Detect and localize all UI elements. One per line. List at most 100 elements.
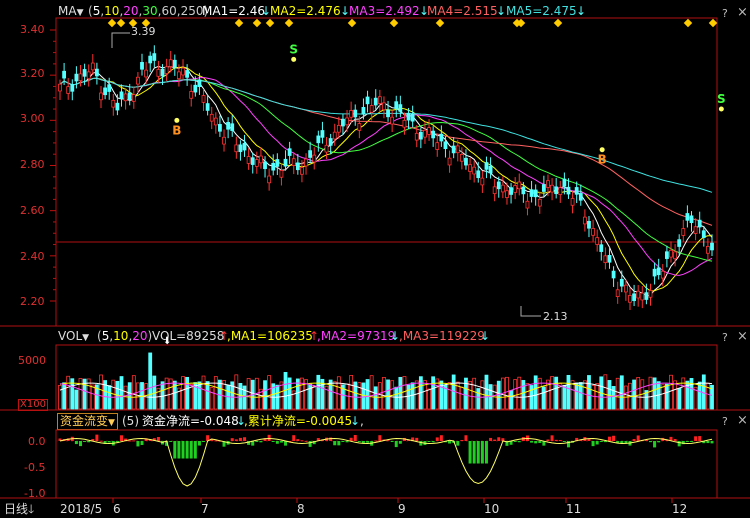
volume-bar [669,374,673,410]
candle-body [267,175,272,184]
candle-body [78,73,83,82]
candle-body [332,131,337,140]
volume-bar [312,385,317,410]
volume-bar [58,384,62,410]
candle-body [62,70,67,79]
event-diamond-icon [252,18,262,28]
candle-body [664,251,669,259]
candle-body [185,70,190,78]
volume-bar [509,390,513,410]
volume-bar [660,384,665,410]
price-panel-border [55,17,718,327]
candlesticks [58,45,714,310]
candle-body [95,68,99,77]
ma20-line [59,76,713,276]
candle-body [156,69,161,77]
high-price-label: 3.39 [131,25,156,38]
fund-flow-bar [591,441,595,447]
candle-body [205,103,210,111]
volume-bar [517,376,522,410]
candle-body [365,96,370,105]
candle-body [578,193,583,201]
candle-body [144,69,149,78]
candle-body [484,162,489,170]
candle-body [172,59,177,68]
candle-body [623,284,628,293]
event-diamond-icon [107,18,117,28]
fund-flow-bar [390,441,394,442]
volume-bar [123,385,128,410]
candle-body [390,116,395,125]
volume-bar [209,387,214,410]
candle-body [349,110,354,118]
candle-body [287,148,292,156]
candle-body [86,71,91,80]
fund-flow-bar [243,437,247,441]
candle-body [455,145,460,154]
fund-flow-bar [107,441,111,443]
fund-flow-bar [378,435,382,441]
candle-body [152,53,157,61]
buy-signal: B [598,153,607,167]
candle-body [324,144,329,153]
candle-body [418,131,423,140]
candle-body [505,190,509,198]
candle-body [316,135,321,144]
candle-body [414,132,419,141]
candle-body [615,289,620,297]
volume-bar [554,376,559,410]
candle-body [398,104,403,112]
volume-bar [160,381,165,410]
candle-body [123,93,128,102]
candle-body [451,145,456,154]
fund-flow-bar [484,441,488,464]
fund-flow-bar [607,436,611,441]
candle-body [283,158,288,167]
volume-bar [197,381,202,410]
candle-body [230,123,235,131]
candle-body [103,87,108,96]
fund-flow-bar [546,439,550,441]
candle-body [496,181,501,190]
volume-bar [550,376,554,410]
volume-bar [66,375,71,410]
candle-body [669,249,673,258]
ma250-line [59,77,713,193]
candle-body [546,180,550,188]
candle-body [521,186,526,195]
fund-flow-bar [419,441,423,446]
candle-body [181,67,185,76]
volume-bar [99,374,103,410]
volume-bar [673,380,677,410]
fund-flow-bar [74,441,78,445]
candle-body [259,155,263,164]
fund-flow-bar [181,441,185,459]
candle-body [168,59,173,67]
volume-bar [90,384,95,410]
volume-bar [587,375,591,410]
fund-flow-bar [431,441,435,443]
stock-chart[interactable]: BSBSBSBS⬇ [0,0,750,518]
volume-bar [238,383,243,410]
volume-bar [365,379,370,410]
volume-bar [263,380,267,410]
fund-flow-bar [476,441,480,464]
volume-bar [402,376,407,410]
candle-body [341,118,345,127]
candle-body [566,186,571,195]
fund-flow-bar [349,437,353,441]
candle-body [308,150,313,158]
fund-flow-bar [345,441,349,443]
fund-flow-bar [632,439,636,441]
fund-flow-bar [230,438,234,441]
ma30-line [59,77,713,262]
fund-flow-bar [657,441,661,443]
volume-bar [562,384,567,410]
sell-signal: S [717,92,726,106]
candle-body [632,293,636,302]
fund-flow-bar [87,441,91,443]
volume-bar [148,352,153,410]
fund-flow-bar [185,441,189,459]
fund-flow-bar [95,434,99,441]
candle-body [488,165,493,174]
